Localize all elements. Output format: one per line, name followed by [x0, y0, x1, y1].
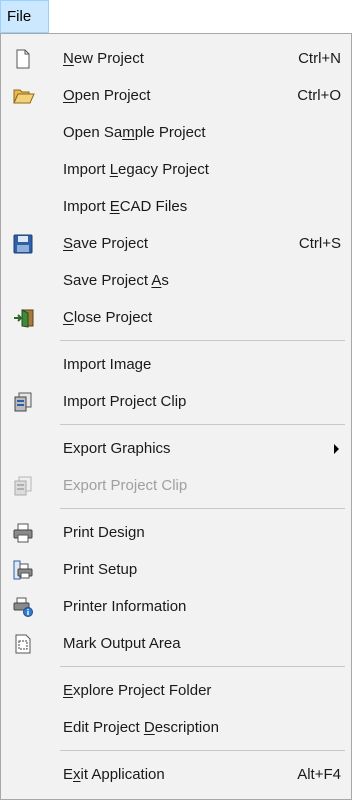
menu-item-label: Export Graphics — [63, 440, 171, 457]
shortcut-text: Ctrl+N — [298, 50, 341, 67]
menu-item-export-graphics[interactable]: Export Graphics — [1, 430, 351, 467]
menu-item-exit-application[interactable]: Exit Application Alt+F4 — [1, 756, 351, 793]
file-dropdown-menu: New Project Ctrl+N Open Project Ctrl+O O… — [0, 33, 352, 800]
menu-item-open-sample-project[interactable]: Open Sample Project — [1, 114, 351, 151]
exit-door-icon — [13, 308, 34, 328]
menu-item-print-design[interactable]: Print Design — [1, 514, 351, 551]
menu-item-save-project[interactable]: Save Project Ctrl+S — [1, 225, 351, 262]
new-document-icon — [13, 49, 33, 69]
output-area-icon — [13, 634, 33, 654]
export-clip-icon — [13, 476, 33, 496]
printer-icon — [13, 523, 33, 543]
shortcut-text: Ctrl+S — [298, 235, 341, 252]
menu-item-label: Close Project — [63, 309, 153, 326]
printer-info-icon — [13, 597, 33, 617]
menu-item-printer-information[interactable]: Printer Information — [1, 588, 351, 625]
menu-item-label: Import ECAD Files — [63, 198, 188, 215]
menu-item-open-project[interactable]: Open Project Ctrl+O — [1, 77, 351, 114]
menu-item-label: Export Project Clip — [63, 477, 188, 494]
save-disk-icon — [13, 234, 33, 254]
menu-item-label: Exit Application — [63, 766, 165, 783]
menu-item-export-project-clip: Export Project Clip — [1, 467, 351, 504]
shortcut-text: Ctrl+O — [297, 87, 341, 104]
menu-item-import-image[interactable]: Import Image — [1, 346, 351, 383]
menu-item-label: Printer Information — [63, 598, 187, 615]
menu-item-new-project[interactable]: New Project Ctrl+N — [1, 40, 351, 77]
menu-item-label: Save Project — [63, 235, 149, 252]
menu-separator — [60, 508, 345, 509]
menu-item-import-legacy-project[interactable]: Import Legacy Project — [1, 151, 351, 188]
menu-item-import-ecad-files[interactable]: Import ECAD Files — [1, 188, 351, 225]
submenu-arrow-icon — [334, 444, 339, 454]
menu-item-label: Print Setup — [63, 561, 138, 578]
menu-item-label: Import Project Clip — [63, 393, 187, 410]
menu-item-label: Explore Project Folder — [63, 682, 212, 699]
menu-item-label: Print Design — [63, 524, 145, 541]
open-folder-icon — [13, 86, 35, 106]
shortcut-text: Alt+F4 — [297, 766, 341, 783]
menu-item-label: New Project — [63, 50, 144, 67]
menu-item-label: Save Project As — [63, 272, 169, 289]
menu-item-import-project-clip[interactable]: Import Project Clip — [1, 383, 351, 420]
menu-item-label: Mark Output Area — [63, 635, 181, 652]
menu-item-label: Import Legacy Project — [63, 161, 209, 178]
menu-item-mark-output-area[interactable]: Mark Output Area — [1, 625, 351, 662]
menu-item-explore-project-folder[interactable]: Explore Project Folder — [1, 672, 351, 709]
file-menu-tab[interactable]: File — [0, 0, 49, 33]
menu-bar: File — [0, 0, 352, 33]
menu-separator — [60, 424, 345, 425]
menu-item-label: Import Image — [63, 356, 152, 373]
menu-item-label: Open Project — [63, 87, 151, 104]
menu-item-label: Open Sample Project — [63, 124, 206, 141]
menu-item-edit-project-description[interactable]: Edit Project Description — [1, 709, 351, 746]
menu-item-save-project-as[interactable]: Save Project As — [1, 262, 351, 299]
menu-item-label: Edit Project Description — [63, 719, 219, 736]
menu-item-close-project[interactable]: Close Project — [1, 299, 351, 336]
menu-separator — [60, 750, 345, 751]
menu-item-print-setup[interactable]: Print Setup — [1, 551, 351, 588]
import-clip-icon — [13, 392, 33, 412]
menu-separator — [60, 340, 345, 341]
print-setup-icon — [13, 560, 33, 580]
menu-separator — [60, 666, 345, 667]
